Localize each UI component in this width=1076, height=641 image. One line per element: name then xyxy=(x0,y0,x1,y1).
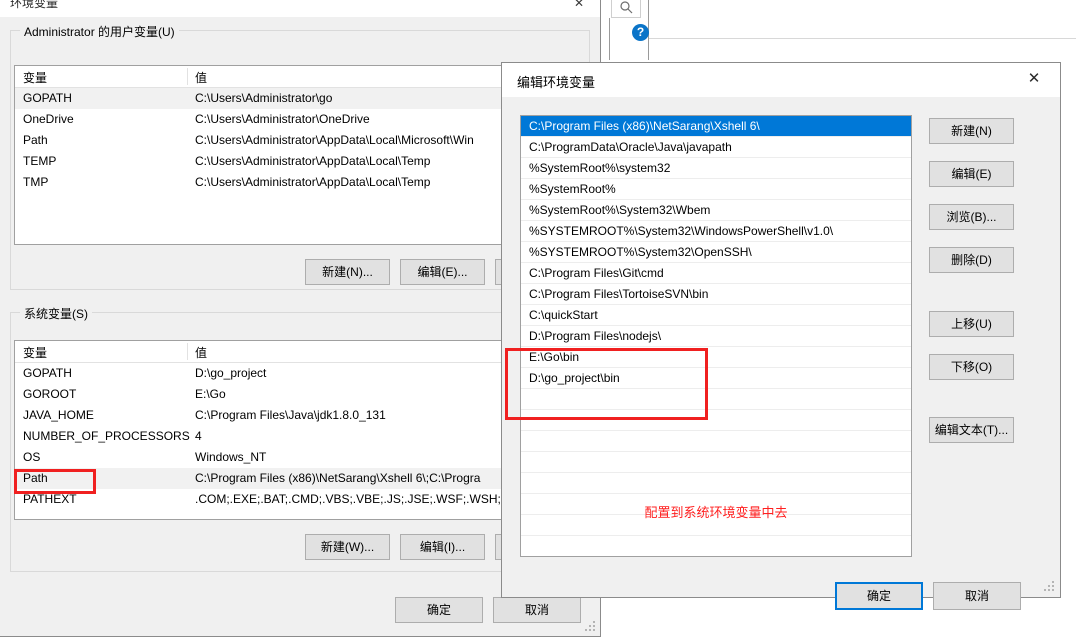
back-dialog-title: 环境变量 xyxy=(10,0,59,10)
resize-grip[interactable] xyxy=(585,621,597,633)
list-item[interactable] xyxy=(521,536,911,556)
edit-dialog-titlebar: 编辑环境变量 ✕ xyxy=(502,63,1060,97)
back-cancel-button[interactable]: 取消 xyxy=(493,597,581,623)
list-item[interactable]: C:\quickStart xyxy=(521,305,911,326)
table-row[interactable]: GOPATH C:\Users\Administrator\go xyxy=(15,88,573,109)
table-row[interactable]: GOPATH D:\go_project xyxy=(15,363,573,384)
path-edit-button[interactable]: 编辑(E) xyxy=(929,161,1014,187)
user-var-name: OneDrive xyxy=(23,112,74,126)
edit-dialog-title: 编辑环境变量 xyxy=(517,75,596,90)
table-row[interactable]: OneDrive C:\Users\Administrator\OneDrive xyxy=(15,109,573,130)
list-item[interactable]: D:\Program Files\nodejs\ xyxy=(521,326,911,347)
user-variables-table[interactable]: 变量 值 GOPATH C:\Users\Administrator\go On… xyxy=(14,65,574,245)
list-item[interactable]: C:\Program Files\Git\cmd xyxy=(521,263,911,284)
close-icon[interactable]: ✕ xyxy=(1014,67,1054,91)
list-item[interactable]: D:\go_project\bin xyxy=(521,368,911,389)
user-new-button[interactable]: 新建(N)... xyxy=(305,259,390,285)
path-delete-button[interactable]: 删除(D) xyxy=(929,247,1014,273)
list-item[interactable] xyxy=(521,431,911,452)
list-item[interactable]: %SystemRoot%\System32\Wbem xyxy=(521,200,911,221)
list-item[interactable]: %SystemRoot% xyxy=(521,179,911,200)
user-col-name[interactable]: 变量 xyxy=(23,69,47,86)
back-ok-button[interactable]: 确定 xyxy=(395,597,483,623)
path-entry-list[interactable]: C:\Program Files (x86)\NetSarang\Xshell … xyxy=(520,115,912,557)
system-var-name: PATHEXT xyxy=(23,492,77,506)
list-item[interactable]: C:\Program Files (x86)\NetSarang\Xshell … xyxy=(521,116,911,137)
list-item[interactable]: C:\ProgramData\Oracle\Java\javapath xyxy=(521,137,911,158)
chrome-divider-left xyxy=(609,18,610,60)
system-var-name: OS xyxy=(23,450,41,464)
user-variables-header: 变量 值 xyxy=(15,66,573,88)
search-icon[interactable] xyxy=(618,0,635,15)
table-row[interactable]: Path C:\Users\Administrator\AppData\Loca… xyxy=(15,130,573,151)
system-variables-table[interactable]: 变量 值 GOPATH D:\go_project GOROOT E:\Go J… xyxy=(14,340,574,520)
table-row[interactable]: NUMBER_OF_PROCESSORS 4 xyxy=(15,426,573,447)
list-item[interactable] xyxy=(521,410,911,431)
system-var-name: JAVA_HOME xyxy=(23,408,94,422)
edit-cancel-button[interactable]: 取消 xyxy=(933,582,1021,610)
edit-environment-variable-dialog: 编辑环境变量 ✕ C:\Program Files (x86)\NetSaran… xyxy=(501,62,1061,610)
path-browse-button[interactable]: 浏览(B)... xyxy=(929,204,1014,230)
user-var-name: TMP xyxy=(23,175,49,189)
list-item[interactable]: E:\Go\bin xyxy=(521,347,911,368)
system-variables-legend: 系统变量(S) xyxy=(20,305,92,322)
list-item[interactable] xyxy=(521,473,911,494)
list-item[interactable]: %SYSTEMROOT%\System32\WindowsPowerShell\… xyxy=(521,221,911,242)
list-item[interactable]: C:\Program Files\TortoiseSVN\bin xyxy=(521,284,911,305)
path-new-button[interactable]: 新建(N) xyxy=(929,118,1014,144)
system-new-button[interactable]: 新建(W)... xyxy=(305,534,390,560)
path-edit-text-button[interactable]: 编辑文本(T)... xyxy=(929,417,1014,443)
close-icon[interactable]: ✕ xyxy=(572,0,586,10)
list-item[interactable] xyxy=(521,452,911,473)
user-variables-legend: Administrator 的用户变量(U) xyxy=(20,23,179,40)
system-var-name: NUMBER_OF_PROCESSORS xyxy=(23,429,190,443)
table-row[interactable]: OS Windows_NT xyxy=(15,447,573,468)
user-col-value[interactable]: 值 xyxy=(195,69,207,86)
list-item[interactable] xyxy=(521,389,911,410)
system-var-name: GOPATH xyxy=(23,366,72,380)
edit-ok-button[interactable]: 确定 xyxy=(835,582,923,610)
system-var-name: Path xyxy=(23,471,48,485)
table-row[interactable]: JAVA_HOME C:\Program Files\Java\jdk1.8.0… xyxy=(15,405,573,426)
list-item[interactable]: %SYSTEMROOT%\System32\OpenSSH\ xyxy=(521,242,911,263)
system-col-name[interactable]: 变量 xyxy=(23,344,47,361)
path-move-up-button[interactable]: 上移(U) xyxy=(929,311,1014,337)
user-var-name: Path xyxy=(23,133,48,147)
table-row[interactable]: TEMP C:\Users\Administrator\AppData\Loca… xyxy=(15,151,573,172)
user-var-name: TEMP xyxy=(23,154,57,168)
annotation-note: 配置到系统环境变量中去 xyxy=(644,505,788,520)
list-item[interactable]: %SystemRoot%\system32 xyxy=(521,158,911,179)
table-row[interactable]: PATHEXT .COM;.EXE;.BAT;.CMD;.VBS;.VBE;.J… xyxy=(15,489,573,510)
chrome-horizontal-rule xyxy=(649,38,1076,39)
resize-grip[interactable] xyxy=(1044,581,1056,593)
user-var-name: GOPATH xyxy=(23,91,72,105)
path-move-down-button[interactable]: 下移(O) xyxy=(929,354,1014,380)
help-icon[interactable]: ? xyxy=(632,24,649,41)
system-col-value[interactable]: 值 xyxy=(195,344,207,361)
back-dialog-titlebar: 环境变量 ✕ xyxy=(0,0,600,17)
table-row[interactable]: Path C:\Program Files (x86)\NetSarang\Xs… xyxy=(15,468,573,489)
table-row[interactable]: TMP C:\Users\Administrator\AppData\Local… xyxy=(15,172,573,193)
system-variables-header: 变量 值 xyxy=(15,341,573,363)
system-edit-button[interactable]: 编辑(I)... xyxy=(400,534,485,560)
table-row[interactable]: GOROOT E:\Go xyxy=(15,384,573,405)
system-var-name: GOROOT xyxy=(23,387,77,401)
user-edit-button[interactable]: 编辑(E)... xyxy=(400,259,485,285)
